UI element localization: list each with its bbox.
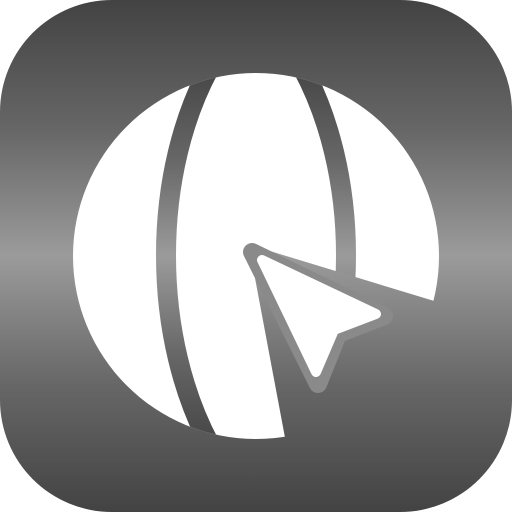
app-icon[interactable] — [0, 0, 512, 512]
globe-cursor-icon — [73, 73, 439, 439]
